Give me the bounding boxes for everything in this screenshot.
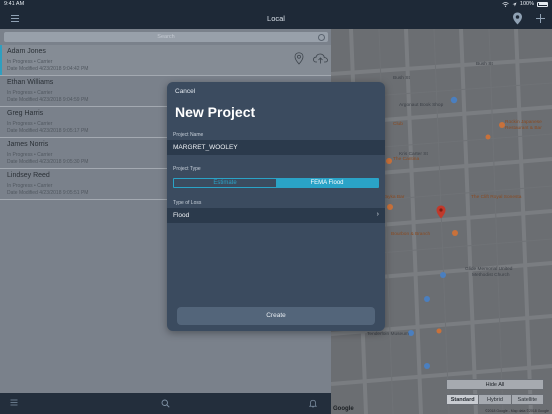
loss-type-field[interactable]: Flood › <box>167 208 385 223</box>
map-label-rockin: Rockin Japanese <box>505 120 542 125</box>
google-logo: Google <box>333 406 354 412</box>
new-project-modal: Cancel New Project Project Name MARGRET_… <box>167 82 385 331</box>
location-arrow-icon <box>512 2 517 6</box>
project-name: James Norris <box>7 141 49 148</box>
project-status: In Progress • Carrier <box>7 59 53 65</box>
battery-icon <box>537 1 548 7</box>
project-name-label: Project Name <box>173 132 204 138</box>
project-type-segmented-control: Estimate FEMA Flood <box>173 178 379 188</box>
map-footer: Google ©2018 Google - Map data ©2018 Goo… <box>331 393 552 414</box>
map-label-methodist: Methodist Church <box>472 273 510 278</box>
project-name: Adam Jones <box>7 48 46 55</box>
loss-type-value: Flood <box>173 212 190 219</box>
map-label-glide: Glide Memorial United <box>465 267 513 272</box>
map-label-club: Club <box>393 122 403 127</box>
project-date: Date Modified 4/23/2018 9:05:30 PM <box>7 159 89 165</box>
modal-title: New Project <box>175 104 256 120</box>
project-status: In Progress • Carrier <box>7 90 53 96</box>
wifi-icon <box>502 1 509 7</box>
project-name-value: MARGRET_WOOLEY <box>173 144 238 151</box>
search-placeholder: Search <box>157 33 175 40</box>
status-bar: 9:41 AM 100% <box>0 0 552 9</box>
search-clear-icon[interactable] <box>318 33 325 41</box>
search-bar[interactable]: Search <box>4 32 328 42</box>
project-type-label: Project Type <box>173 166 201 172</box>
location-pin-icon[interactable] <box>512 12 523 25</box>
battery-percent: 100% <box>519 1 534 7</box>
bell-icon[interactable] <box>309 399 317 408</box>
project-name-field[interactable]: MARGRET_WOOLEY <box>167 140 385 155</box>
search-icon[interactable] <box>161 399 170 408</box>
project-date: Date Modified 4/23/2018 9:05:17 PM <box>7 128 89 134</box>
status-right: 100% <box>502 1 548 7</box>
cancel-button[interactable]: Cancel <box>175 88 195 95</box>
chevron-right-icon: › <box>376 211 379 218</box>
map-label-tenderloin: Tenderloin Museum <box>367 332 409 337</box>
map-label-bush: Bush St <box>393 76 410 81</box>
map-copyright: ©2018 Google - Map data ©2018 Google <box>485 409 549 413</box>
project-name: Greg Harris <box>7 110 44 117</box>
bottom-toolbar <box>0 393 331 414</box>
project-date: Date Modified 4/23/2018 9:04:42 PM <box>7 66 89 72</box>
hide-all-button[interactable]: Hide All <box>446 379 544 390</box>
project-date: Date Modified 4/23/2018 9:05:51 PM <box>7 190 89 196</box>
list-icon[interactable] <box>10 399 18 406</box>
project-date: Date Modified 4/23/2018 9:04:59 PM <box>7 97 89 103</box>
map-label-tayka: Tayka Bar <box>383 195 405 200</box>
project-status: In Progress • Carrier <box>7 152 53 158</box>
status-time: 9:41 AM <box>4 1 25 7</box>
create-button[interactable]: Create <box>177 307 375 325</box>
map-label-restaurant: Restaurant & Bar <box>505 126 542 131</box>
project-status: In Progress • Carrier <box>7 183 53 189</box>
cloud-upload-icon[interactable] <box>313 53 328 64</box>
map-label-bourbon: Bourbon & Branch <box>391 232 431 237</box>
map-label-cantina: The Cantina <box>393 157 420 162</box>
map-pin-icon[interactable] <box>294 52 304 65</box>
project-status: In Progress • Carrier <box>7 121 53 127</box>
project-type-estimate[interactable]: Estimate <box>174 179 276 187</box>
nav-bar: Local <box>0 9 552 29</box>
map-label-clift: The Clift Royal Sonesta <box>471 195 522 200</box>
page-title: Local <box>267 14 285 23</box>
add-project-icon[interactable] <box>535 13 546 24</box>
project-row[interactable]: Adam Jones In Progress • Carrier Date Mo… <box>0 45 331 76</box>
map-label-bush: Bush St <box>476 62 493 67</box>
red-location-pin-icon[interactable] <box>436 205 446 219</box>
project-name: Lindsey Reed <box>7 172 50 179</box>
project-type-fema-flood[interactable]: FEMA Flood <box>276 179 378 187</box>
loss-type-label: Type of Loss <box>173 200 202 206</box>
project-name: Ethan Williams <box>7 79 54 86</box>
map-label-argonaut: Argonaut Book Shop <box>399 103 444 108</box>
